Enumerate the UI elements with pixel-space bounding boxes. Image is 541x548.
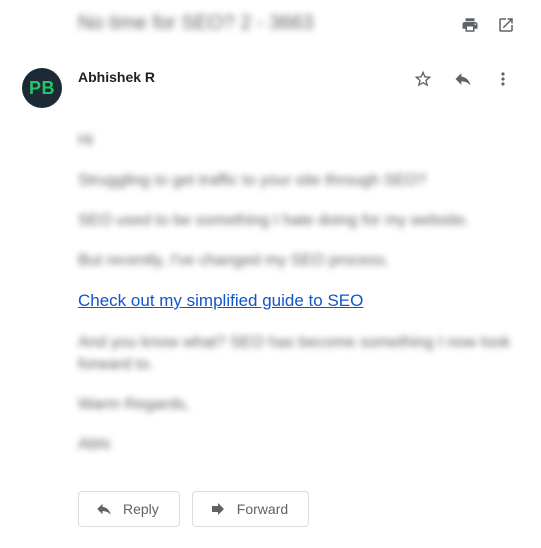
forward-icon [211,503,224,515]
paragraph-2: SEO used to be something I hate doing fo… [78,212,470,229]
star-icon[interactable] [412,68,434,90]
sender-name[interactable]: Abhishek R [78,69,155,85]
more-vert-icon[interactable] [492,68,514,90]
paragraph-3: But recently, I've changed my SEO proces… [78,252,390,269]
email-subject: No time for SEO? 2 - 3663 [78,12,314,34]
reply-icon[interactable] [452,68,474,90]
avatar: PB [22,68,62,108]
paragraph-1: Struggling to get traffic to your site t… [78,172,427,189]
seo-guide-link[interactable]: Check out my simplified guide to SEO [78,290,363,312]
signature: Abhi [78,436,111,453]
print-icon[interactable] [459,14,481,36]
forward-label: Forward [236,501,289,517]
message-actions [412,68,514,90]
reply-label: Reply [123,501,159,517]
reply-bar: Reply Forward [78,491,310,527]
thread-actions [459,14,517,36]
greeting: Hi [78,132,94,149]
message-body: Hi Struggling to get traffic to your sit… [78,130,533,474]
reply-icon [97,503,111,515]
open-in-new-icon[interactable] [495,14,517,36]
paragraph-4: And you know what? SEO has become someth… [78,334,511,373]
signoff: Warm Regards, [78,396,190,413]
reply-button[interactable]: Reply [78,491,180,527]
forward-button[interactable]: Forward [191,491,310,527]
